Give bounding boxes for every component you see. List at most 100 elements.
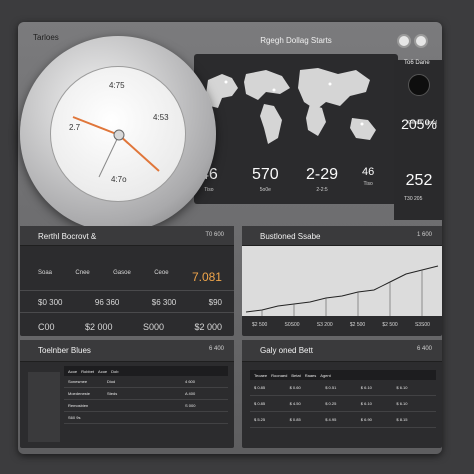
stat-2-label: 5o0e — [259, 187, 271, 193]
cell: $ 0.25 — [325, 401, 337, 406]
cell: Remosbien — [68, 403, 89, 408]
cell: $2 000 — [194, 322, 222, 332]
cell: 4 600 — [185, 379, 196, 384]
app-title: Tarloes — [33, 33, 59, 42]
cell: $ 6.10 — [396, 385, 408, 390]
col-header: Acoe — [68, 368, 78, 374]
col-header: Dob — [111, 368, 119, 374]
panel-badge[interactable]: 1 600 — [417, 232, 432, 238]
stat-2: 570 5o0e — [252, 166, 279, 193]
panel-header: Toelnber Blues 6 400 — [20, 340, 234, 362]
cell: $ 0.85 — [254, 401, 266, 406]
cell: S000 — [142, 322, 164, 332]
dashboard-frame: Tarloes Rgegh Dollag Starts 46 Tiso 570 … — [18, 22, 444, 454]
cell: 96 360 — [94, 298, 120, 307]
hero-title: Rgegh Dollag Starts — [260, 36, 332, 45]
window-controls — [397, 34, 428, 48]
cell: $0 300 — [38, 298, 63, 307]
gauge-needles — [72, 116, 160, 178]
cell: $ 0.60 — [289, 385, 301, 390]
cell: $ 6.10 — [360, 385, 372, 390]
cell: $2 000 — [84, 322, 113, 332]
col-header: Acoe — [98, 368, 108, 374]
daily-bets-panel: Galy oned Bett 6 400 Teoaee Roonaed Beta… — [242, 340, 442, 448]
world-map — [206, 68, 376, 144]
panel-header: Galy oned Bett 6 400 — [242, 340, 442, 362]
cell: Moedeneste — [68, 391, 91, 396]
cell: $6 300 — [151, 298, 177, 307]
tick-label: S3S00 — [414, 322, 430, 328]
bets-table: Teoaee Roonaed Betat Raaes Agent $ 0.85 $… — [250, 370, 436, 428]
cell: $ 0.85 — [289, 417, 301, 422]
stat-3: 2-29 2-2:5 — [306, 166, 338, 193]
panel-badge[interactable]: 6 400 — [417, 346, 432, 352]
cell: $ 0.51 — [325, 385, 337, 390]
cell: $ 6.10 — [396, 401, 408, 406]
cell: $ 5.25 — [254, 417, 266, 422]
transactions-table: Acoe Robbet Acoe Dob Sonesmee Diod 4 600 M… — [64, 366, 228, 424]
gauge-face: 4:75 2.7 4:53 4:7o — [50, 66, 186, 202]
tick-label: $2 500 — [252, 322, 268, 328]
cell: $ 4.50 — [289, 401, 301, 406]
col-header: Roonaed — [271, 372, 288, 378]
highlight-value: 7.081 — [191, 270, 222, 284]
side-percent: 205% — [401, 116, 437, 132]
panel-title: Toelnber Blues — [38, 346, 91, 355]
control-button-2[interactable] — [414, 34, 428, 48]
panel-title: Galy oned Bett — [260, 346, 313, 355]
stat-3-value: 2-29 — [306, 166, 339, 183]
table-row[interactable]: Sonesmee Diod 4 600 — [64, 376, 228, 388]
table-row[interactable]: S60 9s — [64, 412, 228, 424]
cell: S60 9s — [68, 415, 81, 420]
stat-4: 46 Tiso — [362, 166, 374, 187]
cell: Ceoe — [154, 270, 169, 276]
table-row[interactable]: Remosbien S 000 — [64, 400, 228, 412]
cell: Steds — [107, 391, 118, 396]
revenue-panel: Rerthl Bocrovt & T0 600 Soaa Cnee Gasoe … — [20, 226, 234, 336]
tick-label: $2 500 — [382, 322, 398, 328]
control-button-1[interactable] — [397, 34, 411, 48]
side-stat-label: T30 205 — [404, 196, 423, 202]
stat-3-label: 2-2:5 — [316, 187, 328, 193]
side-summary: To6 Dane Gesctu wroal 205% 252 T30 205 — [394, 60, 444, 220]
cell: C00 — [38, 322, 55, 332]
table-row[interactable]: $ 0.85 $ 4.50 $ 0.25 $ 6.10 $ 6.10 — [250, 396, 436, 412]
table-row[interactable]: $ 0.85 $ 0.60 $ 0.51 $ 6.10 $ 6.10 — [250, 380, 436, 396]
side-header: To6 Dane — [404, 60, 430, 66]
cell: $ 6.10 — [360, 401, 372, 406]
table-row[interactable]: $ 5.25 $ 0.85 $ 4.95 $ 6.90 $ 8.15 — [250, 412, 436, 428]
stat-4-label: Tiso — [363, 181, 373, 187]
panel-badge[interactable]: T0 600 — [205, 232, 224, 238]
side-stat-value: 252 — [405, 172, 433, 189]
cell: $ 6.90 — [360, 417, 372, 422]
panel1-row3: C00 $2 000 S000 $2 000 — [38, 322, 222, 332]
table-row[interactable]: Moedeneste Steds A 400 — [64, 388, 228, 400]
col-header: Agent — [320, 372, 331, 378]
panel-title: Rerthl Bocrovt & — [38, 232, 97, 241]
cell: Gasoe — [113, 270, 131, 276]
panel-title: Bustloned Ssabe — [260, 232, 321, 241]
col-header: Betat — [291, 372, 301, 378]
trend-chart — [242, 246, 442, 316]
panel1-row1: Soaa Cnee Gasoe Ceoe 7.081 — [38, 270, 222, 284]
panel1-row2: $0 300 96 360 $6 300 $90 — [38, 298, 222, 307]
tick-label: $2 500 — [349, 322, 366, 328]
stat-2-value: 570 — [252, 166, 279, 183]
cell: S 000 — [185, 403, 196, 408]
sales-trend-panel: Bustloned Ssabe 1 600 $2 500 S0S00 S3 20… — [242, 226, 442, 336]
panel-header: Bustloned Ssabe 1 600 — [242, 226, 442, 246]
col-header: Teoaee — [254, 372, 268, 378]
cell: Diod — [107, 379, 116, 384]
trend-x-labels: $2 500 S0S00 S3 200 $2 500 $2 500 S3S00 — [252, 322, 430, 328]
col-header: Robbet — [81, 368, 95, 374]
cell: Soaa — [38, 270, 53, 276]
hero-panel: Rgegh Dollag Starts 46 Tiso 570 5o0e 2-2… — [194, 36, 398, 204]
panel-header: Rerthl Bocrovt & T0 600 — [20, 226, 234, 246]
panel-badge[interactable]: 6 400 — [209, 346, 224, 352]
cell: $ 4.95 — [325, 417, 337, 422]
side-indicator-icon — [408, 74, 430, 96]
cell: $ 0.85 — [254, 385, 266, 390]
cell: A 400 — [185, 391, 196, 396]
table-header: Teoaee Roonaed Betat Raaes Agent — [250, 370, 436, 380]
tick-label: S3 200 — [316, 322, 333, 328]
